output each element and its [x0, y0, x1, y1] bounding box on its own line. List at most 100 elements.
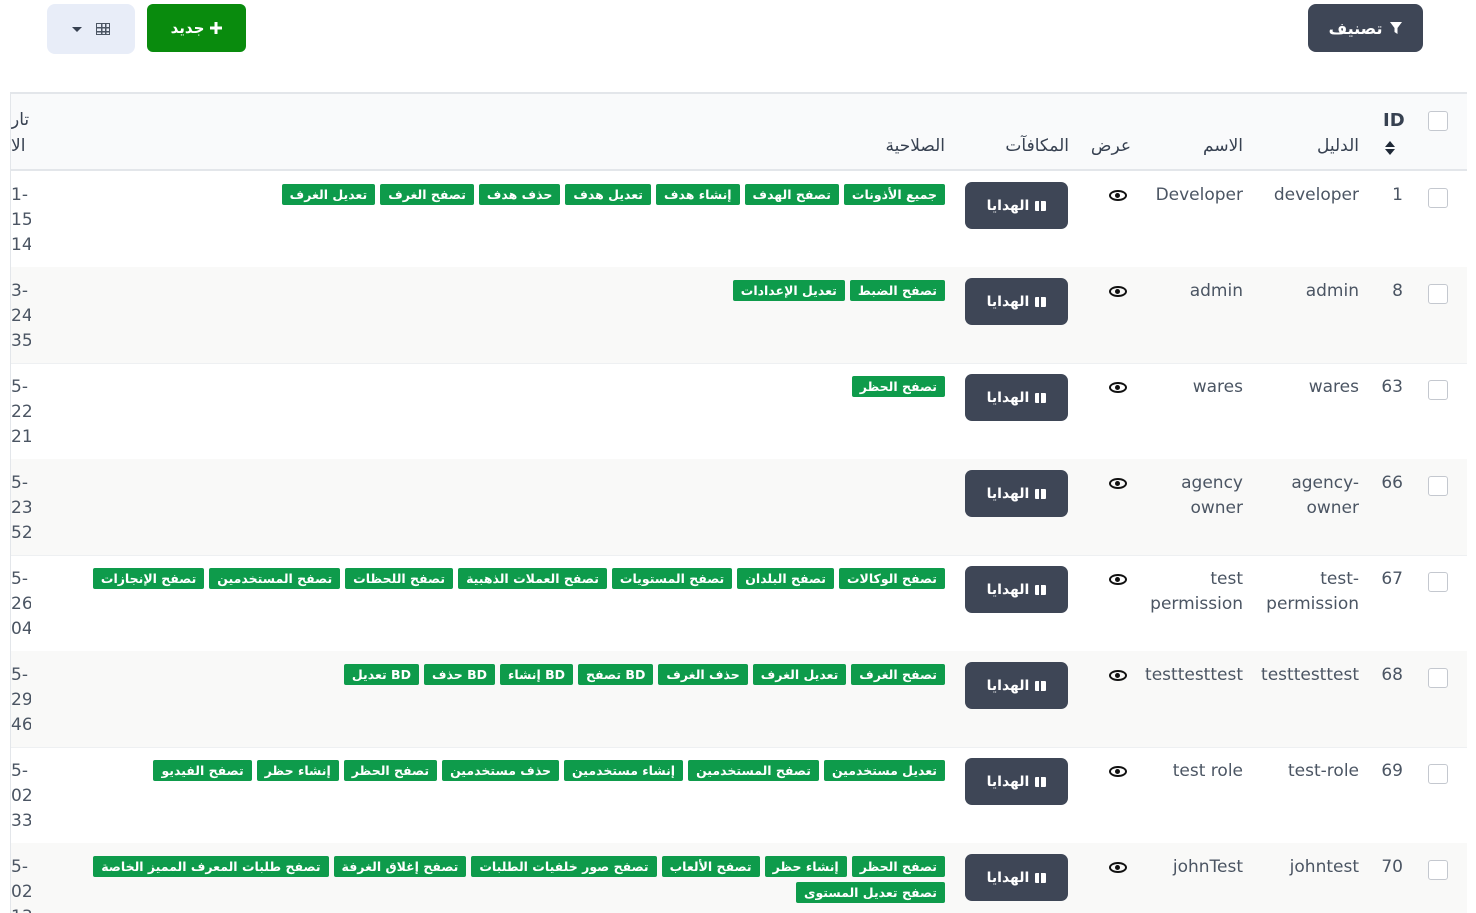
row-slug: admin — [1305, 281, 1359, 301]
row-id: 66 — [1381, 473, 1403, 493]
permission-badge: إنشاء حظر — [256, 760, 339, 781]
gifts-button[interactable]: الهدايا — [965, 278, 1068, 325]
header-rewards: المكافآت — [1005, 136, 1069, 156]
header-name[interactable]: الاسم — [1183, 136, 1243, 156]
permission-badge: حذف مستخدمين — [442, 760, 560, 781]
roles-table: ID الدليل الاسم عرض المكافآت الصلاحية تا… — [10, 92, 1467, 913]
row-name: agency owner — [1181, 473, 1243, 518]
permission-badge: حذف BD — [423, 664, 495, 685]
eye-icon[interactable] — [1109, 862, 1127, 873]
columns-toggle-button[interactable] — [47, 4, 135, 54]
gifts-button[interactable]: الهدايا — [965, 662, 1068, 709]
permission-list: تصفح الضبط تعديل الإعدادات — [45, 280, 945, 301]
header-slug[interactable]: الدليل — [1301, 136, 1359, 156]
gifts-button[interactable]: الهدايا — [965, 758, 1068, 805]
gifts-button[interactable]: الهدايا — [965, 374, 1068, 421]
gifts-button[interactable]: الهدايا — [965, 566, 1068, 613]
permission-badge: تصفح الهدف — [744, 184, 839, 205]
row-id: 68 — [1381, 665, 1403, 685]
gift-icon — [1035, 584, 1047, 595]
table-row: 66 agency-owner agency owner الهدايا 5- 23 52 — [11, 459, 1467, 556]
header-date-line1[interactable]: تار — [11, 110, 29, 130]
permission-badge: تصفح صور خلفيات الطلبات — [471, 856, 657, 877]
gifts-label: الهدايا — [986, 869, 1030, 886]
eye-icon[interactable] — [1109, 478, 1127, 489]
permission-badge: تصفح اللحظات — [345, 568, 454, 589]
permission-badge: تصفح الضبط — [849, 280, 945, 301]
eye-icon[interactable] — [1109, 286, 1127, 297]
gift-icon — [1035, 680, 1047, 691]
row-date: 5- 26 04 — [11, 569, 31, 639]
row-checkbox[interactable] — [1428, 860, 1448, 880]
row-checkbox[interactable] — [1428, 284, 1448, 304]
permission-badge: تعديل مستخدمين — [823, 760, 945, 781]
row-checkbox[interactable] — [1428, 572, 1448, 592]
header-date-line2[interactable]: الا — [11, 136, 29, 156]
permission-badge: تصفح العملات الذهبية — [458, 568, 607, 589]
table-header: ID الدليل الاسم عرض المكافآت الصلاحية تا… — [11, 94, 1467, 171]
permission-list: تصفح الوكالات تصفح البلدان تصفح المستويات ت… — [45, 568, 945, 589]
eye-icon[interactable] — [1109, 766, 1127, 777]
row-id: 67 — [1381, 569, 1403, 589]
permission-badge: حذف هدف — [478, 184, 561, 205]
row-date: 1- 15 14 — [11, 185, 31, 255]
eye-icon[interactable] — [1109, 574, 1127, 585]
row-name: Developer — [1155, 185, 1243, 205]
permission-badge: تصفح الحظر — [851, 376, 945, 397]
row-checkbox[interactable] — [1428, 764, 1448, 784]
header-id[interactable]: ID — [1383, 110, 1405, 131]
permission-badge: تصفح المستويات — [611, 568, 733, 589]
row-name: wares — [1192, 377, 1243, 397]
table-row: 69 test-role test role الهدايا تعديل مستخدمي… — [11, 747, 1467, 844]
header-view: عرض — [1090, 136, 1131, 156]
chevron-down-icon — [72, 26, 82, 32]
row-id: 8 — [1392, 281, 1403, 301]
permission-badge: تصفح الفيديو — [153, 760, 252, 781]
permission-badge: تصفح طلبات المعرف المميز الخاصة — [93, 856, 329, 877]
table-row: 1 developer Developer الهدايا جميع الأذونات ت… — [11, 171, 1467, 268]
new-button[interactable]: جديد — [147, 4, 246, 52]
permission-list: تصفح الحظر إنشاء حظر تصفح الألعاب تصفح صور … — [45, 856, 945, 903]
permission-badge: تصفح إغلاق الغرفة — [333, 856, 467, 877]
gift-icon — [1035, 392, 1047, 403]
row-date: 5- 23 52 — [11, 473, 31, 543]
gifts-label: الهدايا — [986, 389, 1030, 406]
row-id: 1 — [1392, 185, 1403, 205]
gifts-label: الهدايا — [986, 485, 1030, 502]
select-all-checkbox[interactable] — [1428, 111, 1448, 131]
permission-badge: تصفح BD — [578, 664, 654, 685]
eye-icon[interactable] — [1109, 670, 1127, 681]
gifts-label: الهدايا — [986, 293, 1030, 310]
row-checkbox[interactable] — [1428, 188, 1448, 208]
gifts-button[interactable]: الهدايا — [965, 470, 1068, 517]
row-checkbox[interactable] — [1428, 380, 1448, 400]
row-name: test permission — [1150, 569, 1243, 614]
gifts-label: الهدايا — [986, 773, 1030, 790]
row-checkbox[interactable] — [1428, 476, 1448, 496]
gifts-label: الهدايا — [986, 677, 1030, 694]
row-slug: test-role — [1288, 761, 1359, 781]
gifts-label: الهدايا — [986, 581, 1030, 598]
row-name: admin — [1189, 281, 1243, 301]
row-date: 5- 22 21 — [11, 377, 31, 447]
permission-list: تعديل مستخدمين تصفح المستخدمين إنشاء مستخد… — [45, 760, 945, 781]
filter-button[interactable]: تصنيف — [1308, 4, 1423, 52]
eye-icon[interactable] — [1109, 382, 1127, 393]
permission-badge: تصفح الحظر — [343, 760, 438, 781]
permission-badge: إنشاء مستخدمين — [564, 760, 684, 781]
permission-badge: تصفح الألعاب — [661, 856, 760, 877]
gifts-button[interactable]: الهدايا — [965, 854, 1068, 901]
row-slug: wares — [1308, 377, 1359, 397]
permission-badge: حذف الغرف — [658, 664, 748, 685]
row-name: johnTest — [1172, 857, 1243, 877]
sort-icon[interactable] — [1384, 141, 1396, 155]
permission-list: تصفح الحظر — [45, 376, 945, 397]
permission-list: تصفح الغرف تعديل الغرف حذف الغرف تصفح BD إنش… — [45, 664, 945, 685]
row-checkbox[interactable] — [1428, 668, 1448, 688]
permission-badge: تصفح الحظر — [851, 856, 945, 877]
eye-icon[interactable] — [1109, 190, 1127, 201]
row-id: 70 — [1381, 857, 1403, 877]
filter-icon — [1390, 21, 1403, 34]
header-permissions: الصلاحية — [885, 136, 945, 156]
gifts-button[interactable]: الهدايا — [965, 182, 1068, 229]
